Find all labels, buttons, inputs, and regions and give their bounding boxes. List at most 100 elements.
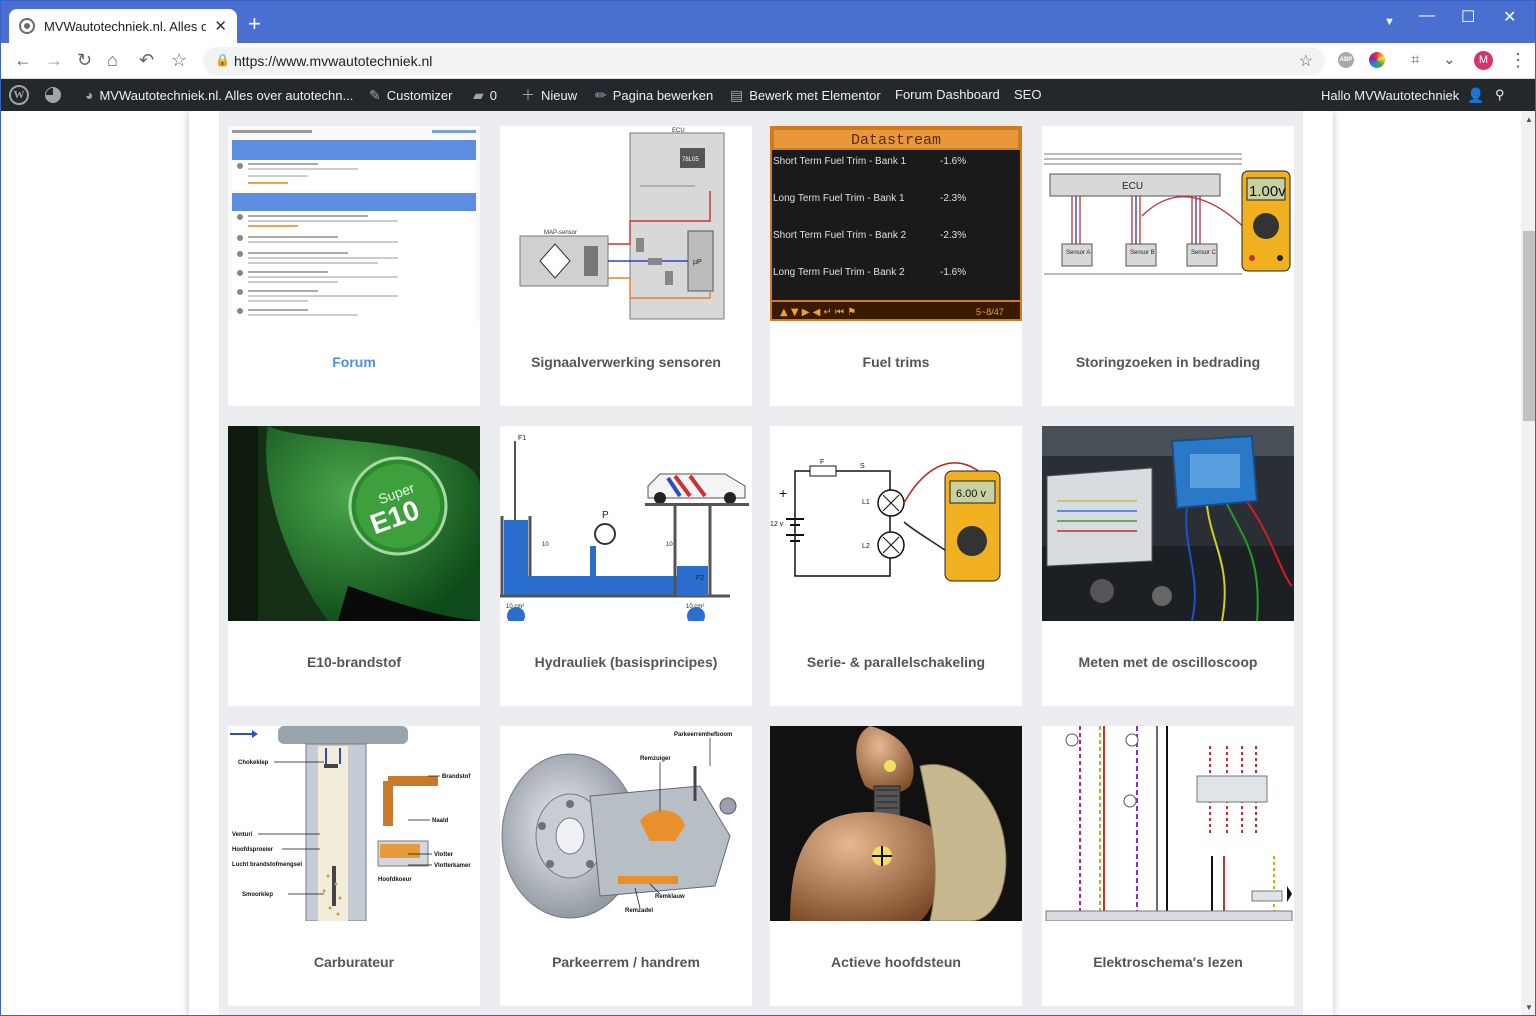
reload-icon[interactable]: ↻: [77, 50, 92, 70]
content-container: Forum ECU 78L05 µP MAP-sensor Signaalver…: [189, 111, 1333, 1015]
ecu-wiring-multimeter-image[interactable]: ECU Sensor A Sensor B Sensor C 1.00v: [1042, 126, 1294, 321]
pocket-icon[interactable]: ⌄: [1443, 50, 1456, 70]
site-favicon-icon: [19, 18, 35, 34]
card-signaalverwerking[interactable]: ECU 78L05 µP MAP-sensor Signaalverwerkin…: [500, 126, 752, 406]
hydraulic-diagram-image[interactable]: F1 P 10 10 10 cm² 10 cm² F2: [500, 426, 752, 621]
card-label-e10[interactable]: E10-brandstof: [228, 654, 480, 670]
bookmark-page-icon[interactable]: ☆: [1299, 51, 1313, 71]
url-text[interactable]: https://www.mvwautotechniek.nl: [234, 53, 432, 69]
card-label-storingzoeken[interactable]: Storingzoeken in bedrading: [1042, 354, 1294, 370]
profile-avatar[interactable]: M: [1474, 51, 1493, 70]
wiring-schematic-image[interactable]: [1042, 726, 1294, 921]
fuel-nozzle-e10-image[interactable]: Super E10: [228, 426, 480, 621]
admin-comments-link[interactable]: ▰ 0: [473, 79, 497, 111]
back-arrow-icon[interactable]: ←: [14, 50, 32, 70]
card-serie-parallel[interactable]: F S 12 v + L1 L2 6.00 v Serie- & paralle…: [770, 426, 1022, 706]
page-content: Forum ECU 78L05 µP MAP-sensor Signaalver…: [1, 111, 1521, 1015]
svg-text:Chokeklep: Chokeklep: [238, 760, 269, 766]
admin-account-link[interactable]: Hallo MVWautotechniek 👤: [1321, 79, 1485, 111]
svg-text:Remzuiger: Remzuiger: [640, 756, 671, 762]
forum-screenshot-image[interactable]: [228, 126, 480, 321]
close-window-button[interactable]: ✕: [1503, 7, 1516, 27]
new-tab-button[interactable]: +: [248, 13, 261, 35]
admin-seo-link[interactable]: SEO: [1014, 79, 1041, 111]
tab-title: MVWautotechniek.nl. Alles over a: [44, 18, 206, 34]
home-icon[interactable]: ⌂: [107, 50, 118, 70]
edit-page-label: Pagina bewerken: [612, 88, 714, 103]
circuit-multimeter-image[interactable]: F S 12 v + L1 L2 6.00 v: [770, 426, 1022, 621]
admin-search-icon[interactable]: ⚲: [1495, 79, 1505, 111]
colorpicker-icon[interactable]: [1369, 52, 1385, 68]
admin-forum-dashboard-link[interactable]: Forum Dashboard: [895, 79, 1000, 111]
card-label-parkeerrem[interactable]: Parkeerrem / handrem: [500, 954, 752, 970]
svg-text:ECU: ECU: [672, 128, 685, 134]
svg-text:µP: µP: [693, 259, 702, 266]
bookmark-star-icon[interactable]: ☆: [171, 50, 187, 70]
datastream-display-image[interactable]: Datastream Short Term Fuel Trim - Bank 1…: [770, 126, 1022, 321]
menu-dots-icon[interactable]: ⋮: [1509, 50, 1527, 70]
card-label-carburateur[interactable]: Carburateur: [228, 954, 480, 970]
browser-tab[interactable]: MVWautotechniek.nl. Alles over a ✕: [9, 9, 237, 43]
svg-text:+: +: [779, 485, 787, 501]
card-storingzoeken[interactable]: ECU Sensor A Sensor B Sensor C 1.00v Sto…: [1042, 126, 1294, 406]
wordpress-icon[interactable]: W: [9, 85, 29, 105]
greeting-label: Hallo MVWautotechniek: [1321, 88, 1460, 103]
card-label-serie-parallel[interactable]: Serie- & parallelschakeling: [770, 654, 1022, 670]
address-bar[interactable]: 🔒 https://www.mvwautotechniek.nl ☆: [203, 47, 1325, 75]
card-label-fuel-trims[interactable]: Fuel trims: [770, 354, 1022, 370]
svg-text:L2: L2: [862, 543, 870, 550]
card-hydrauliek[interactable]: F1 P 10 10 10 cm² 10 cm² F2 Hydrauliek (…: [500, 426, 752, 706]
minimize-button[interactable]: —: [1419, 7, 1435, 25]
card-oscilloscoop[interactable]: Meten met de oscilloscoop: [1042, 426, 1294, 706]
svg-text:S: S: [860, 463, 865, 470]
card-e10[interactable]: Super E10 E10-brandstof: [228, 426, 480, 706]
admin-site-link[interactable]: ◕ MVWautotechniek.nl. Alles over autotech…: [85, 79, 353, 111]
svg-text:Hoofdsproeier: Hoofdsproeier: [232, 847, 274, 853]
scroll-down-arrow-icon[interactable]: ▼: [1525, 1003, 1533, 1012]
user-icon: 👤: [1467, 87, 1485, 103]
svg-text:Parkeerremhefboom: Parkeerremhefboom: [674, 732, 732, 738]
crop-icon[interactable]: ⌗: [1411, 50, 1419, 70]
card-label-oscilloscoop[interactable]: Meten met de oscilloscoop: [1042, 654, 1294, 670]
tab-search-icon[interactable]: ▼: [1384, 16, 1395, 28]
adblock-icon[interactable]: ABP: [1338, 52, 1354, 68]
card-hoofdsteun[interactable]: Actieve hoofdsteun: [770, 726, 1022, 1006]
card-carburateur[interactable]: Chokeklep Brandstof Naald Venturi Hoofds…: [228, 726, 480, 1006]
svg-text:78L05: 78L05: [682, 157, 699, 163]
crash-dummy-seat-image[interactable]: [770, 726, 1022, 921]
forward-arrow-icon[interactable]: →: [45, 50, 63, 70]
svg-text:-2.3%: -2.3%: [940, 230, 966, 241]
svg-text:1.00v: 1.00v: [1249, 183, 1286, 200]
admin-elementor-link[interactable]: ▤ Bewerk met Elementor: [730, 79, 881, 111]
page-scrollbar[interactable]: ▲ ▼: [1521, 111, 1535, 1015]
card-parkeerrem[interactable]: Parkeerremhefboom Remzuiger Remklauw Rem…: [500, 726, 752, 1006]
scroll-up-arrow-icon[interactable]: ▲: [1525, 115, 1533, 124]
card-label-elektroschema[interactable]: Elektroschema's lezen: [1042, 954, 1294, 970]
elementor-label: Bewerk met Elementor: [749, 88, 881, 103]
svg-text:Sensor A: Sensor A: [1066, 250, 1090, 256]
scrollbar-thumb[interactable]: [1523, 231, 1535, 421]
card-elektroschema[interactable]: Elektroschema's lezen: [1042, 726, 1294, 1006]
brake-caliper-image[interactable]: Parkeerremhefboom Remzuiger Remklauw Rem…: [500, 726, 752, 921]
card-label-signaalverwerking[interactable]: Signaalverwerking sensoren: [500, 354, 752, 370]
card-grid: Forum ECU 78L05 µP MAP-sensor Signaalver…: [219, 111, 1303, 1015]
dashboard-pie-icon[interactable]: [45, 87, 61, 103]
card-label-hydrauliek[interactable]: Hydrauliek (basisprincipes): [500, 654, 752, 670]
tab-close-icon[interactable]: ✕: [214, 17, 227, 35]
carburettor-diagram-image[interactable]: Chokeklep Brandstof Naald Venturi Hoofds…: [228, 726, 480, 921]
speedometer-icon: ◕: [85, 87, 94, 103]
ecu-sensor-diagram-image[interactable]: ECU 78L05 µP MAP-sensor: [500, 126, 752, 321]
wp-admin-bar: W ◕ MVWautotechniek.nl. Alles over autote…: [1, 79, 1535, 111]
svg-text:Short Term Fuel Trim - Bank 2: Short Term Fuel Trim - Bank 2: [773, 230, 907, 241]
admin-new-link[interactable]: ＋ Nieuw: [521, 79, 577, 111]
card-label-hoofdsteun[interactable]: Actieve hoofdsteun: [770, 954, 1022, 970]
maximize-button[interactable]: ☐: [1461, 7, 1475, 27]
admin-customizer-link[interactable]: ✎ Customizer: [369, 79, 452, 111]
admin-edit-page-link[interactable]: ✏ Pagina bewerken: [595, 79, 713, 111]
undo-icon[interactable]: ↶: [139, 50, 154, 70]
card-fuel-trims[interactable]: Datastream Short Term Fuel Trim - Bank 1…: [770, 126, 1022, 406]
oscilloscope-engine-image[interactable]: [1042, 426, 1294, 621]
card-forum[interactable]: Forum: [228, 126, 480, 406]
card-label-forum[interactable]: Forum: [228, 354, 480, 370]
svg-text:Venturi: Venturi: [232, 832, 253, 838]
